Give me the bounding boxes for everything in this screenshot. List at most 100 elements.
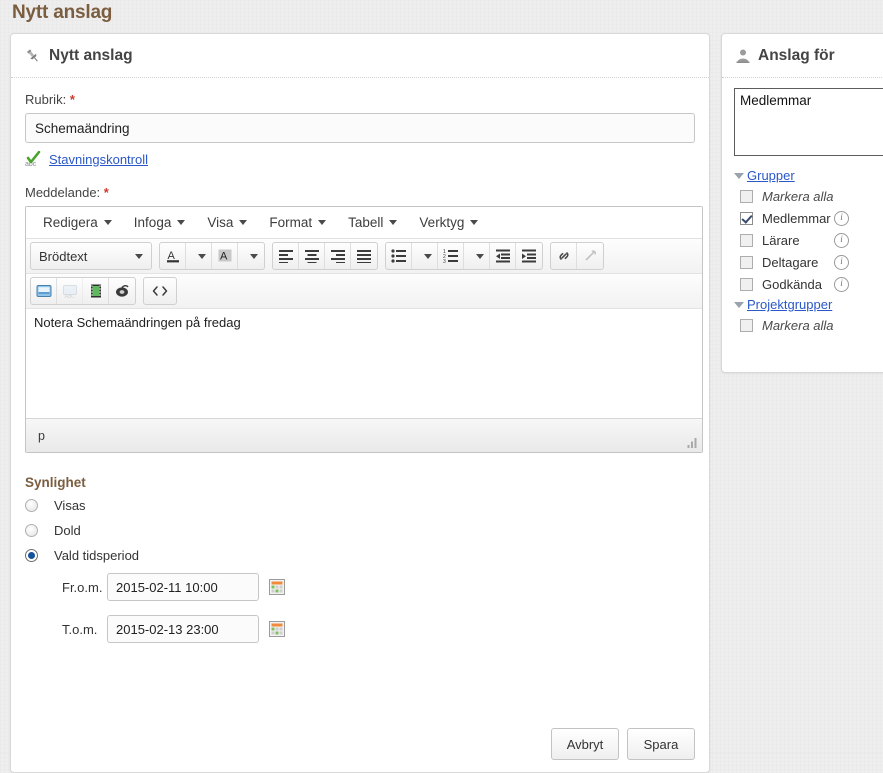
- checkbox-row-grupper-markera-alla[interactable]: Markera alla: [734, 185, 883, 207]
- calendar-icon[interactable]: [269, 621, 285, 637]
- editor-menubar: Redigera Infoga Visa Format Tabell Verkt…: [26, 207, 702, 239]
- source-code-icon: [152, 286, 168, 296]
- date-to-label: T.o.m.: [62, 621, 98, 637]
- radio-row-dold[interactable]: Dold: [25, 523, 695, 538]
- checkbox-row-projektgrupper-markera-alla[interactable]: Markera alla: [734, 314, 883, 336]
- style-select[interactable]: Brödtext: [31, 243, 151, 269]
- radio-dold[interactable]: [25, 524, 38, 537]
- menu-redigera-label: Redigera: [43, 215, 98, 230]
- spellcheck-link[interactable]: Stavningskontroll: [49, 152, 148, 167]
- spellcheck-row: abc Stavningskontroll: [25, 150, 695, 168]
- insert-video-button[interactable]: [83, 278, 109, 304]
- checkbox-godkanda[interactable]: [740, 277, 753, 291]
- checkbox-markera-alla[interactable]: [740, 318, 753, 332]
- numbered-list-button[interactable]: 1 2 3: [438, 243, 464, 269]
- chevron-down-icon: [423, 253, 432, 259]
- bullet-list-dropdown[interactable]: [412, 243, 438, 269]
- group-header-projektgrupper[interactable]: Projektgrupper: [734, 297, 883, 312]
- insert-link-button[interactable]: [551, 243, 577, 269]
- menu-infoga-label: Infoga: [133, 215, 172, 230]
- editor-content-area[interactable]: Notera Schemaändringen på fredag: [26, 309, 702, 419]
- chevron-down-icon: [389, 220, 398, 225]
- indent-icon: [522, 249, 536, 263]
- insert-image-button[interactable]: [31, 278, 57, 304]
- radio-vald-tidsperiod-label: Vald tidsperiod: [54, 548, 140, 563]
- align-center-icon: [304, 250, 319, 263]
- menu-format[interactable]: Format: [258, 212, 337, 233]
- svg-text:3: 3: [443, 259, 446, 263]
- info-icon[interactable]: i: [834, 210, 849, 226]
- numbered-list-dropdown[interactable]: [464, 243, 490, 269]
- style-select-value: Brödtext: [39, 248, 88, 264]
- group-header-grupper[interactable]: Grupper: [734, 168, 883, 183]
- editor-resize-handle[interactable]: [686, 437, 698, 449]
- meddelande-label-text: Meddelande:: [25, 185, 101, 200]
- panel-header-main: Nytt anslag: [11, 34, 709, 78]
- calendar-icon[interactable]: [269, 579, 285, 595]
- align-center-button[interactable]: [299, 243, 325, 269]
- alignment-button-group: [272, 242, 378, 270]
- form-footer-buttons: Avbryt Spara: [543, 728, 695, 760]
- group-link-projektgrupper[interactable]: Projektgrupper: [747, 297, 832, 312]
- menu-redigera[interactable]: Redigera: [32, 212, 123, 233]
- date-from-input[interactable]: [107, 573, 259, 601]
- info-icon[interactable]: i: [834, 276, 849, 292]
- checkbox-label: Markera alla: [762, 317, 834, 333]
- radio-visas[interactable]: [25, 499, 38, 512]
- align-left-button[interactable]: [273, 243, 299, 269]
- checkbox-deltagare[interactable]: [740, 255, 753, 269]
- panel-header-side: Anslag för: [722, 34, 883, 78]
- menu-verktyg-label: Verktyg: [419, 215, 465, 230]
- pin-icon: [25, 48, 41, 64]
- date-row-to: T.o.m.: [62, 615, 695, 643]
- source-code-button[interactable]: [144, 278, 176, 304]
- checkbox-row-godkanda[interactable]: Godkända i: [734, 273, 883, 295]
- chevron-down-icon: [470, 220, 479, 225]
- menu-format-label: Format: [269, 215, 313, 230]
- checkbox-row-medlemmar[interactable]: Medlemmar i: [734, 207, 883, 229]
- outdent-button[interactable]: [490, 243, 516, 269]
- meddelande-required-mark: *: [103, 185, 109, 200]
- checkbox-row-larare[interactable]: Lärare i: [734, 229, 883, 251]
- page-title: Nytt anslag: [12, 2, 113, 23]
- menu-infoga[interactable]: Infoga: [123, 212, 197, 233]
- text-color-dropdown[interactable]: [186, 243, 212, 269]
- align-right-button[interactable]: [325, 243, 351, 269]
- unlink-button[interactable]: [577, 243, 603, 269]
- group-link-grupper[interactable]: Grupper: [747, 168, 795, 183]
- svg-text:ABC: ABC: [64, 294, 75, 299]
- svg-text:A: A: [220, 251, 228, 263]
- checkbox-row-deltagare[interactable]: Deltagare i: [734, 251, 883, 273]
- chevron-down-icon: [318, 220, 327, 225]
- date-to-input[interactable]: [107, 615, 259, 643]
- menu-tabell[interactable]: Tabell: [337, 212, 408, 233]
- radio-row-vald-tidsperiod[interactable]: Vald tidsperiod: [25, 548, 695, 563]
- checkbox-markera-alla[interactable]: [740, 189, 753, 203]
- cancel-button[interactable]: Avbryt: [551, 728, 619, 760]
- align-justify-button[interactable]: [351, 243, 377, 269]
- insert-audio-button[interactable]: [109, 278, 135, 304]
- unlink-icon: [585, 250, 596, 261]
- background-color-button[interactable]: A: [212, 243, 238, 269]
- checkbox-larare[interactable]: [740, 233, 753, 247]
- radio-row-visas[interactable]: Visas: [25, 498, 695, 513]
- info-icon[interactable]: i: [834, 232, 849, 248]
- menu-visa[interactable]: Visa: [196, 212, 258, 233]
- date-row-from: Fr.o.m.: [62, 573, 695, 601]
- radio-vald-tidsperiod[interactable]: [25, 549, 38, 562]
- indent-button[interactable]: [516, 243, 542, 269]
- bullet-list-button[interactable]: [386, 243, 412, 269]
- save-button[interactable]: Spara: [627, 728, 695, 760]
- checkbox-medlemmar[interactable]: [740, 211, 753, 225]
- text-color-icon: A: [166, 250, 179, 263]
- info-icon[interactable]: i: [834, 254, 849, 270]
- menu-verktyg[interactable]: Verktyg: [408, 212, 489, 233]
- background-color-dropdown[interactable]: [238, 243, 264, 269]
- insert-media-placeholder-button[interactable]: ABC: [57, 278, 83, 304]
- meddelande-label: Meddelande: *: [25, 185, 695, 200]
- date-from-label: Fr.o.m.: [62, 579, 103, 595]
- text-color-button[interactable]: A: [160, 243, 186, 269]
- audience-selection-box[interactable]: Medlemmar: [734, 88, 883, 156]
- rubrik-input[interactable]: [25, 113, 695, 143]
- insert-audio-icon: [116, 285, 129, 297]
